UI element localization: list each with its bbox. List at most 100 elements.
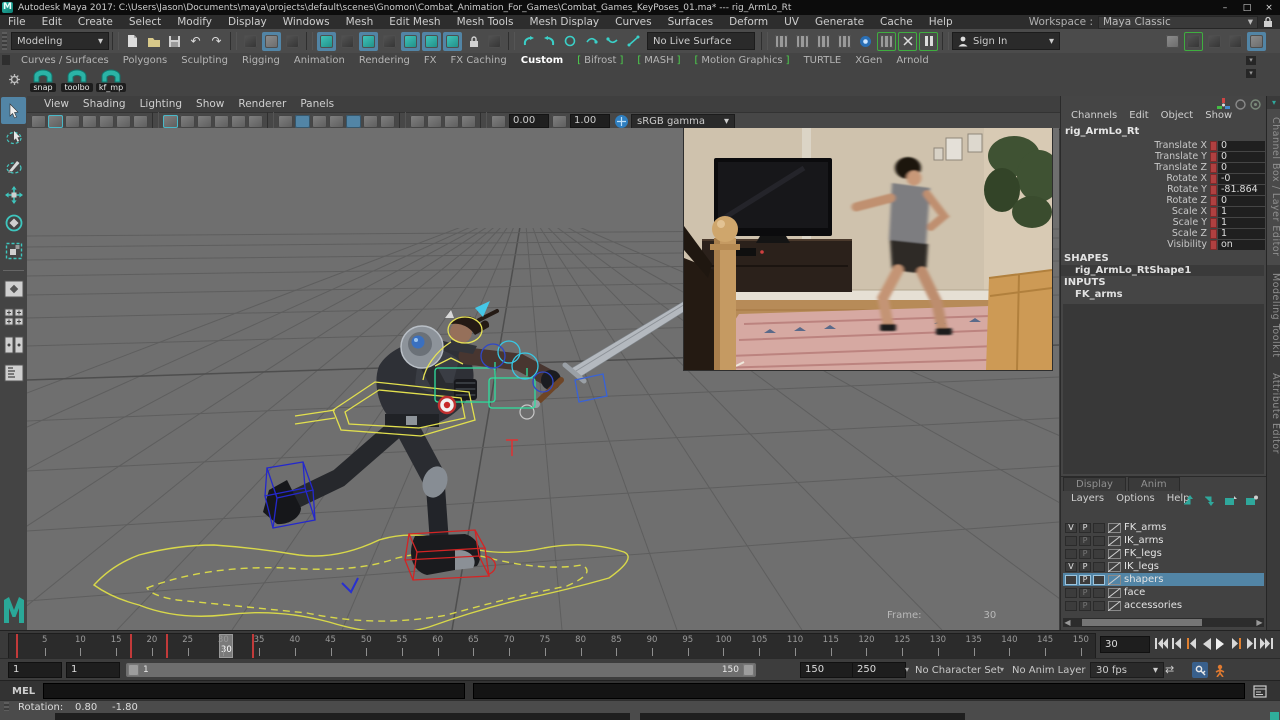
colorspace-dropdown[interactable]: sRGB gamma▾ xyxy=(631,114,735,129)
construction-history-icon[interactable] xyxy=(582,32,601,51)
scroll-right-arrow[interactable]: ▶ xyxy=(1255,618,1264,627)
layer-display-type-toggle[interactable] xyxy=(1093,588,1105,598)
layer-visibility-toggle[interactable]: V xyxy=(1065,562,1077,572)
make-live-icon[interactable] xyxy=(422,32,441,51)
color-management-icon[interactable] xyxy=(614,114,629,129)
go-to-end-button[interactable] xyxy=(1259,635,1273,652)
animation-end-field[interactable]: 250 xyxy=(852,662,906,678)
workspace-dropdown[interactable]: Maya Classic▾ xyxy=(1098,16,1258,29)
rotate-tool[interactable] xyxy=(1,209,26,236)
grease-pencil-icon[interactable] xyxy=(133,115,148,128)
snap-magnet-icon[interactable] xyxy=(443,32,462,51)
bookmarks-icon[interactable] xyxy=(82,115,97,128)
four-pane-layout-button[interactable] xyxy=(1,303,26,330)
step-forward-frame-button[interactable] xyxy=(1244,635,1258,652)
layer-display-type-toggle[interactable] xyxy=(1093,536,1105,546)
channel-attribute-row[interactable]: Rotate Z 0 xyxy=(1061,195,1266,206)
channel-attribute-value[interactable]: 1 xyxy=(1218,229,1265,239)
channel-attribute-row[interactable]: Translate Y 0 xyxy=(1061,151,1266,162)
close-button[interactable]: × xyxy=(1258,3,1280,13)
channel-box-menu-item[interactable]: Channels xyxy=(1065,110,1123,121)
maximize-button[interactable]: □ xyxy=(1236,3,1258,13)
isolate-select-icon[interactable] xyxy=(410,115,425,128)
resolution-gate-icon[interactable] xyxy=(444,115,459,128)
layer-row[interactable]: P face xyxy=(1063,586,1264,599)
toggle-character-controls-icon[interactable] xyxy=(1184,32,1203,51)
sign-in-dropdown[interactable]: Sign In ▾ xyxy=(952,32,1060,50)
time-slider-track[interactable]: 30 5 10 15 20 25 30 35 40 xyxy=(8,633,1096,659)
layer-color-swatch[interactable] xyxy=(1108,562,1121,572)
shelf-tab-arrow[interactable] xyxy=(2,55,10,65)
playback-end-field[interactable]: 150 xyxy=(800,662,854,678)
two-d-pan-zoom-icon[interactable] xyxy=(116,115,131,128)
channel-attribute-value[interactable]: on xyxy=(1218,240,1265,250)
panel-menu-item[interactable]: Lighting xyxy=(133,98,189,110)
command-line-language-button[interactable]: MEL xyxy=(0,686,43,697)
render-current-frame-icon[interactable] xyxy=(793,32,812,51)
layer-row[interactable]: V P IK_legs xyxy=(1063,560,1264,573)
snap-curve-icon[interactable] xyxy=(338,32,357,51)
undo-icon[interactable]: ↶ xyxy=(186,32,205,51)
channel-attribute-value[interactable]: 1 xyxy=(1218,207,1265,217)
layer-visibility-toggle[interactable]: V xyxy=(1065,523,1077,533)
layer-visibility-toggle[interactable] xyxy=(1065,588,1077,598)
menu-item[interactable]: Edit xyxy=(34,16,70,28)
channel-attribute-value[interactable]: -81.864 xyxy=(1218,185,1265,195)
layer-visibility-toggle[interactable] xyxy=(1065,536,1077,546)
shelf-button[interactable]: snap xyxy=(28,68,58,92)
select-tool[interactable] xyxy=(1,97,26,124)
panel-menu-item[interactable]: Panels xyxy=(293,98,341,110)
range-start-handle[interactable] xyxy=(128,664,139,676)
channel-attribute-value[interactable]: 1 xyxy=(1218,218,1265,228)
channel-attribute-value[interactable]: 0 xyxy=(1218,141,1265,151)
open-scene-icon[interactable] xyxy=(144,32,163,51)
image-plane-icon[interactable] xyxy=(99,115,114,128)
menu-item[interactable]: Surfaces xyxy=(660,16,721,28)
save-scene-icon[interactable] xyxy=(165,32,184,51)
channel-box-menu-item[interactable]: Edit xyxy=(1123,110,1154,121)
panel-menu-item[interactable]: Renderer xyxy=(231,98,293,110)
step-forward-key-button[interactable] xyxy=(1229,635,1243,652)
menuset-dropdown[interactable]: Modeling▾ xyxy=(11,32,109,50)
camera-attributes-icon[interactable] xyxy=(65,115,80,128)
animation-start-field[interactable]: 1 xyxy=(8,662,62,678)
shelf-tab[interactable]: Custom xyxy=(514,55,570,66)
shelf-tab[interactable]: Sculpting xyxy=(174,55,235,66)
shelf-tab[interactable]: Arnold xyxy=(889,55,935,66)
shelf-gear-icon[interactable] xyxy=(8,73,21,86)
gamma-field[interactable]: 1.00 xyxy=(570,114,610,128)
live-surface-field[interactable]: No Live Surface xyxy=(647,32,755,50)
output-operations-icon[interactable] xyxy=(540,32,559,51)
single-pane-layout-button[interactable] xyxy=(1,275,26,302)
exposure-field[interactable]: 0.00 xyxy=(509,114,549,128)
shelf-option-button[interactable]: ▾ xyxy=(1246,69,1256,78)
shelf-tab[interactable]: TURTLE xyxy=(797,55,849,66)
panel-menu-item[interactable]: Show xyxy=(189,98,231,110)
move-layer-up-icon[interactable] xyxy=(1182,495,1195,506)
snap-point-icon[interactable] xyxy=(359,32,378,51)
panel-menu-item[interactable]: Shading xyxy=(76,98,133,110)
layer-row[interactable]: P accessories xyxy=(1063,599,1264,612)
minimize-button[interactable]: – xyxy=(1214,3,1236,13)
command-input-field[interactable] xyxy=(43,683,465,699)
menu-item[interactable]: Curves xyxy=(607,16,659,28)
toggle-channel-box-icon[interactable] xyxy=(1247,32,1266,51)
textured-display-icon[interactable] xyxy=(295,115,310,128)
toggle-tool-settings-icon[interactable] xyxy=(1226,32,1245,51)
menu-item[interactable]: Edit Mesh xyxy=(381,16,448,28)
select-object-icon[interactable] xyxy=(262,32,281,51)
highlight-selection-icon[interactable] xyxy=(485,32,504,51)
menu-item[interactable]: File xyxy=(0,16,34,28)
playback-start-field[interactable]: 1 xyxy=(66,662,120,678)
panel-menu-item[interactable]: View xyxy=(37,98,76,110)
new-layer-from-selected-icon[interactable] xyxy=(1245,495,1258,506)
menu-item[interactable]: Mesh Tools xyxy=(449,16,522,28)
layer-visibility-toggle[interactable] xyxy=(1065,601,1077,611)
layer-display-type-toggle[interactable] xyxy=(1093,523,1105,533)
move-layer-down-icon[interactable] xyxy=(1203,495,1216,506)
history-icon[interactable] xyxy=(561,32,580,51)
menu-item[interactable]: Help xyxy=(921,16,961,28)
layer-color-swatch[interactable] xyxy=(1108,588,1121,598)
snap-view-plane-icon[interactable] xyxy=(401,32,420,51)
shelf-tab[interactable]: Rendering xyxy=(352,55,417,66)
